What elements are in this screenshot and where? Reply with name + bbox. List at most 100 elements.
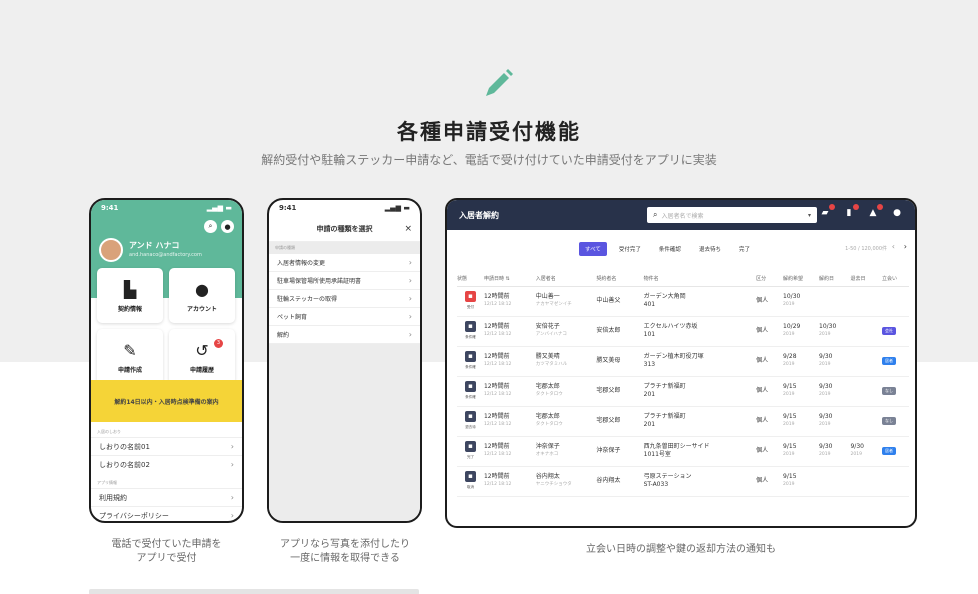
status-cell: ▪ 条件確 <box>457 346 484 377</box>
filter-waiting[interactable]: 退去待ち <box>693 242 727 256</box>
wish-date: 9/15 <box>783 413 797 420</box>
room-number: ST-A033 <box>643 481 669 488</box>
user-icon[interactable]: ● <box>891 207 903 219</box>
prev-page-icon[interactable]: ‹ <box>892 242 895 251</box>
table-row[interactable]: ▪ 退去待 12時間前 12/12 18:12 宅郡太郎 タクトタロウ 宅郡父郎 プラチナ新福… <box>457 406 909 437</box>
col-wish[interactable]: 解約希望 <box>783 272 820 287</box>
type-cell: 個人 <box>756 466 784 497</box>
resident-kana: ナカヤマゼンイチ <box>535 302 572 307</box>
building-cell: ガーデン大角岡 401 <box>643 286 757 317</box>
chat-icon[interactable]: ▰ <box>819 204 835 219</box>
attend-tag: 居者 <box>881 357 896 365</box>
search-input[interactable]: ⌕ 入居者名で検索 ▾ <box>647 207 817 223</box>
wish-year: 2019 <box>783 392 795 397</box>
wish-year: 2019 <box>783 452 795 457</box>
close-icon[interactable]: × <box>404 224 412 234</box>
table-row[interactable]: ▪ 条件確 12時間前 12/12 18:12 宅郡太郎 タクトタロウ 宅郡父郎 プラチナ新福… <box>457 376 909 407</box>
type-cell: 個人 <box>756 436 784 467</box>
table-row[interactable]: ▪ 条件確 12時間前 12/12 18:12 勝又美晴 カツマタミハル 勝又美母 ガーデン植… <box>457 346 909 377</box>
col-out[interactable]: 退去日 <box>850 272 882 287</box>
building-name: ガーデン植木町役刀塚 <box>643 353 704 360</box>
list-item[interactable]: しおりの名前02 › <box>91 455 242 473</box>
filter-all[interactable]: すべて <box>579 242 607 256</box>
wish-date: 9/15 <box>783 443 797 450</box>
status-label: 退去待 <box>465 425 476 429</box>
date-sub: 12/12 18:12 <box>483 392 512 397</box>
resident-name: 勝又美晴 <box>535 353 560 360</box>
table-row[interactable]: ▪ 完了 12時間前 12/12 18:12 沖奈保子 オキナホコ 沖奈保子 西九条曽田町シー… <box>457 436 909 467</box>
status-bar: 9:41 ▂▄▆ ▬ <box>91 200 242 216</box>
notice-banner[interactable]: 解約14日以内・入居時点検準備の案内 <box>91 380 242 422</box>
table-row[interactable]: ▪ 取消 12時間前 12/12 18:12 谷内翔太 ヤニウチショウタ 谷内翔太 弓原ステー… <box>457 466 909 497</box>
date-cell: 12時間前 12/12 18:12 <box>483 286 536 317</box>
chevron-down-icon[interactable]: ▾ <box>808 212 811 219</box>
bell-icon[interactable]: ● <box>221 220 234 233</box>
col-end[interactable]: 解約日 <box>819 272 851 287</box>
col-contractor[interactable]: 契約者名 <box>596 272 644 287</box>
chevron-right-icon: › <box>408 312 412 321</box>
next-page-icon[interactable]: › <box>904 242 907 251</box>
list-item[interactable]: 入居者情報の変更 › <box>269 254 420 272</box>
list-item-label: ペット飼育 <box>277 314 308 321</box>
date-text: 12時間前 <box>483 383 510 390</box>
date-cell: 12時間前 12/12 18:12 <box>483 406 536 437</box>
resident-cell: 宅郡太郎 タクトタロウ <box>535 376 597 407</box>
tile-contract[interactable]: ▙ 契約情報 <box>97 268 163 323</box>
resident-cell: 沖奈保子 オキナホコ <box>535 436 597 467</box>
col-type[interactable]: 区分 <box>756 272 784 287</box>
request-type-list: 入居者情報の変更 › 駐車場保管場所使用承諾証明書 › 駐輪ステッカーの取得 › ペッ… <box>269 254 420 344</box>
end-cell: 9/30 2019 <box>819 436 851 467</box>
resident-kana: オキナホコ <box>535 452 559 457</box>
wish-cell: 9/15 2019 <box>783 436 820 467</box>
end-year: 2019 <box>819 362 831 367</box>
list-item[interactable]: しおりの名前01 › <box>91 437 242 455</box>
list-item[interactable]: プライバシーポリシー › <box>91 506 242 521</box>
list-item[interactable]: 駐輪ステッカーの取得 › <box>269 290 420 308</box>
chevron-right-icon: › <box>230 493 234 502</box>
tile-label: 申請作成 <box>117 366 142 374</box>
list-item-label: しおりの名前01 <box>99 442 150 451</box>
chevron-right-icon: › <box>408 294 412 303</box>
col-date[interactable]: 申請日時 ⇅ <box>483 272 536 287</box>
status-icon: ▪ <box>464 441 476 452</box>
list-item[interactable]: 駐車場保管場所使用承諾証明書 › <box>269 272 420 290</box>
tile-request-history[interactable]: ↺ 3 申請履歴 <box>169 329 235 384</box>
list-item[interactable]: 利用規約 › <box>91 488 242 506</box>
tile-create-request[interactable]: ✎ 申請作成 <box>97 329 163 384</box>
wish-cell: 10/30 2019 <box>783 286 820 317</box>
table-row[interactable]: ▪ 受付 12時間前 12/12 18:12 中山善一 ナカヤマゼンイチ 中山善父 ガーデン大… <box>457 286 909 317</box>
contractor-cell: 中山善父 <box>596 286 644 317</box>
building-cell: プラチナ新福町 201 <box>643 376 757 407</box>
attend-cell: なし <box>881 406 909 437</box>
clipboard-icon[interactable]: ▮ <box>843 204 859 219</box>
out-cell <box>850 406 882 437</box>
bell-icon[interactable]: ▲ <box>867 204 883 219</box>
col-resident[interactable]: 入居者名 <box>535 272 597 287</box>
next-section-edge <box>89 589 419 594</box>
building-name: 西九条曽田町シーサイド <box>643 443 710 450</box>
table-row[interactable]: ▪ 条件確 12時間前 12/12 18:12 安倍花子 アンバイハナコ 安倍太郎 エクセルハ… <box>457 316 909 347</box>
status-icon: ▪ <box>464 411 476 422</box>
status-label: 条件確 <box>465 335 476 339</box>
resident-name: 宅郡太郎 <box>535 383 560 390</box>
filter-accepted[interactable]: 受付完了 <box>613 242 647 256</box>
filter-done[interactable]: 完了 <box>733 242 756 256</box>
tile-account[interactable]: ● アカウント <box>169 268 235 323</box>
list-item[interactable]: ペット飼育 › <box>269 308 420 326</box>
filter-condition[interactable]: 条件確認 <box>653 242 687 256</box>
phone-home-mockup: 9:41 ▂▄▆ ▬ ⌕ ● アンド ハナコ and.hanaco@andfac… <box>89 198 244 523</box>
room-number: 201 <box>643 421 656 428</box>
list-item[interactable]: 解約 › <box>269 326 420 344</box>
end-date: 9/30 <box>819 413 833 420</box>
col-status[interactable]: 状態 <box>457 272 484 287</box>
end-year: 2019 <box>819 332 831 337</box>
menu-tiles: ▙ 契約情報 ● アカウント ✎ 申請作成 ↺ 3 申請履歴 <box>97 268 238 384</box>
date-cell: 12時間前 12/12 18:12 <box>483 376 536 407</box>
col-building[interactable]: 物件名 <box>643 272 757 287</box>
status-cell: ▪ 条件確 <box>457 316 484 347</box>
room-number: 1011号室 <box>643 451 671 458</box>
building-cell: エクセルハイツ赤坂 101 <box>643 316 757 347</box>
col-attend[interactable]: 立会い <box>881 272 909 287</box>
search-icon[interactable]: ⌕ <box>204 220 217 233</box>
avatar[interactable] <box>99 238 123 262</box>
